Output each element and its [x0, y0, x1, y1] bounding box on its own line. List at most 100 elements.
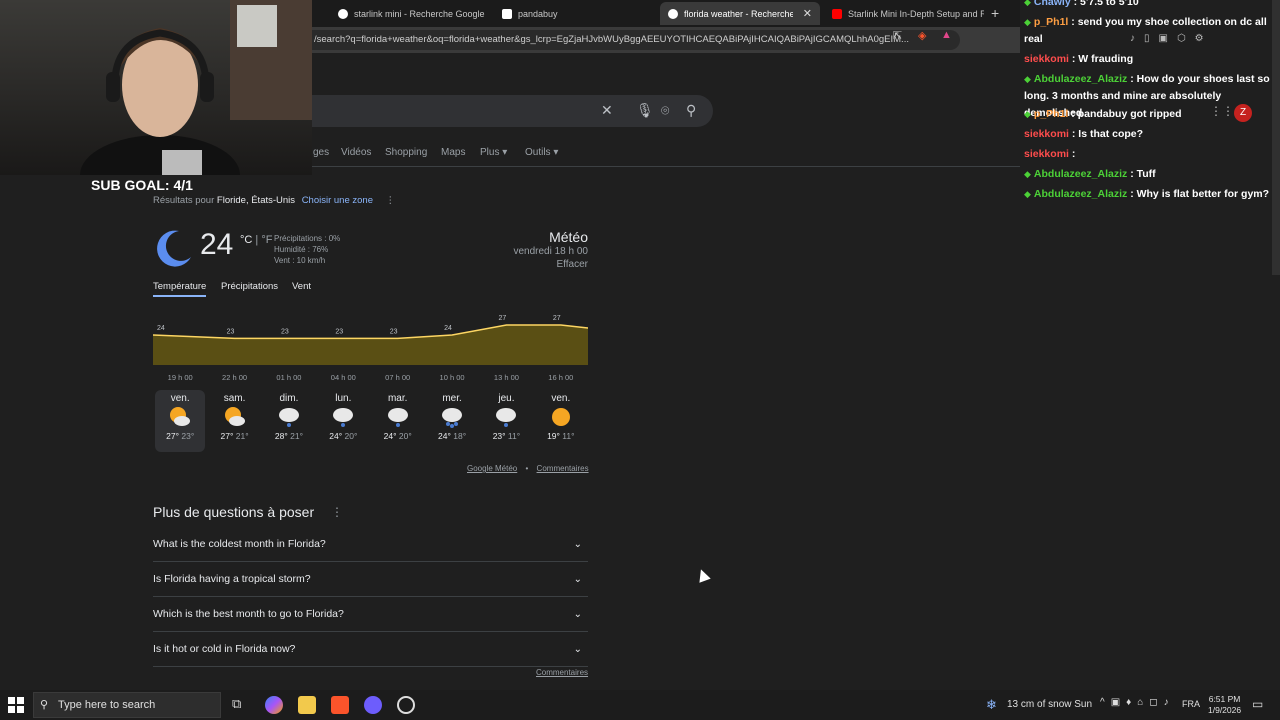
url-input[interactable]: /search?q=florida+weather&oq=florida+wea… — [300, 30, 960, 50]
copilot-icon[interactable] — [265, 696, 283, 714]
stream-chat: ◆ Chawly : 5'7.5 to 5'10 ◆ p_Ph1l : send yo… — [1020, 0, 1280, 690]
feedback-link[interactable]: Commentaires — [537, 464, 589, 473]
chart-value-label: 23 — [390, 328, 398, 335]
taskbar-weather[interactable]: 13 cm of snow Sun — [1007, 699, 1092, 710]
day-temps: 24° 18° — [427, 431, 477, 441]
forecast-day[interactable]: ven. 19° 11° — [536, 390, 586, 452]
paa-question[interactable]: Is it hot or cold in Florida now? ⌄ — [153, 632, 588, 667]
brave-browser-icon[interactable] — [331, 696, 349, 714]
low-temp: 18° — [453, 431, 467, 441]
chat-username[interactable]: siekkomi — [1024, 148, 1069, 160]
sunny-icon — [550, 406, 572, 428]
day-temps: 24° 20° — [318, 431, 368, 441]
clock[interactable]: 6:51 PM 1/9/2026 — [1208, 694, 1241, 716]
chat-username[interactable]: Abdulazeez_Alaziz — [1034, 168, 1127, 180]
chat-username[interactable]: Abdulazeez_Alaziz — [1034, 73, 1127, 85]
brave-shield-icon[interactable]: ◈ — [918, 29, 926, 42]
close-tab-icon[interactable]: ✕ — [803, 7, 812, 20]
microphone-icon[interactable]: 🎙︎ — [636, 102, 654, 119]
browser-tab[interactable]: starlink mini - Recherche Google — [330, 2, 490, 25]
chevron-down-icon: ⌄ — [573, 644, 582, 655]
choose-zone-link[interactable]: Choisir une zone — [302, 195, 373, 206]
apps-grid-icon[interactable]: ⋮⋮ — [1210, 104, 1234, 118]
unit-toggle[interactable]: °C | °F — [240, 234, 272, 246]
search-icon[interactable]: ⚲ — [686, 102, 696, 119]
more-options-icon[interactable]: ⋮ — [331, 505, 343, 519]
chat-text: : W frauding — [1068, 53, 1134, 65]
forecast-day[interactable]: lun. 24° 20° — [318, 390, 368, 452]
windows-start-icon[interactable] — [8, 697, 24, 713]
day-temps: 28° 21° — [264, 431, 314, 441]
results-prefix: Résultats pour — [153, 195, 215, 206]
tab-label: starlink mini - Recherche Google — [354, 8, 485, 19]
rain-icon — [495, 406, 517, 428]
chat-message: siekkomi : — [1024, 146, 1278, 163]
tab-temperature[interactable]: Température — [153, 281, 206, 292]
question-text: Which is the best month to go to Florida… — [153, 608, 344, 620]
chat-username[interactable]: p_Ph1l — [1034, 16, 1068, 28]
chat-username[interactable]: Abdulazeez_Alaziz — [1034, 188, 1127, 200]
forecast-day[interactable]: jeu. 23° 11° — [481, 390, 531, 452]
obs-icon[interactable] — [397, 696, 415, 714]
chat-message: siekkomi : Is that cope? — [1024, 126, 1278, 143]
chart-value-label: 23 — [335, 328, 343, 335]
tab-wind[interactable]: Vent — [292, 281, 311, 292]
high-temp: 19° — [547, 431, 563, 441]
weather-title: Météo — [549, 229, 588, 245]
avatar[interactable]: Z — [1234, 104, 1252, 122]
forecast-day[interactable]: dim. 28° 21° — [264, 390, 314, 452]
chart-hour-label: 22 h 00 — [222, 373, 247, 382]
google-weather-link[interactable]: Google Météo — [467, 464, 517, 473]
brave-rewards-icon[interactable]: ▲ — [941, 29, 952, 41]
rain-icon — [332, 406, 354, 428]
pandabuy-icon — [502, 8, 512, 19]
forecast-day[interactable]: sam. 27° 21° — [210, 390, 260, 452]
chat-username[interactable]: siekkomi — [1024, 53, 1069, 65]
clear-icon[interactable]: ✕ — [601, 102, 613, 119]
celsius-unit[interactable]: °C — [240, 234, 252, 246]
badge-icon: ◆ — [1024, 109, 1031, 119]
task-view-icon[interactable]: ⧉ — [232, 696, 250, 714]
paa-question[interactable]: What is the coldest month in Florida? ⌄ — [153, 527, 588, 562]
chat-username[interactable]: p_Ph1l — [1034, 108, 1068, 120]
more-options-icon[interactable]: ⋮ — [386, 195, 396, 206]
chat-username[interactable]: Chawly — [1034, 0, 1071, 8]
browser-tab-active[interactable]: florida weather - Recherche Goo ✕ — [660, 2, 820, 25]
unit-separator: | — [252, 234, 262, 246]
tab-precipitation[interactable]: Précipitations — [221, 281, 278, 292]
paa-question[interactable]: Is Florida having a tropical storm? ⌄ — [153, 562, 588, 597]
high-temp: 24° — [438, 431, 454, 441]
paa-question[interactable]: Which is the best month to go to Florida… — [153, 597, 588, 632]
browser-tab[interactable]: Starlink Mini In-Depth Setup and Rev — [824, 2, 984, 25]
lens-icon[interactable]: ⌾ — [661, 102, 669, 119]
tab-more[interactable]: Plus ▾ — [480, 147, 507, 158]
file-explorer-icon[interactable] — [298, 696, 316, 714]
share-icon[interactable]: ⇱ — [893, 29, 902, 42]
paa-feedback-link[interactable]: Commentaires — [536, 668, 588, 677]
notifications-icon[interactable]: ▭ — [1252, 697, 1263, 711]
browser-tab[interactable]: pandabuy — [494, 2, 654, 25]
tab-videos[interactable]: Vidéos — [341, 147, 371, 158]
tab-images[interactable]: ges — [313, 147, 329, 158]
day-temps: 27° 21° — [210, 431, 260, 441]
tab-maps[interactable]: Maps — [441, 147, 465, 158]
taskbar-search-input[interactable]: ⚲ Type here to search — [33, 692, 221, 718]
badge-icon: ◆ — [1024, 189, 1031, 199]
high-temp: 28° — [274, 431, 291, 441]
chart-value-label: 27 — [498, 315, 506, 322]
discord-icon[interactable] — [364, 696, 382, 714]
rain-icon — [278, 406, 300, 428]
humidity-detail: Humidité : 76% — [274, 245, 329, 254]
tab-shopping[interactable]: Shopping — [385, 147, 427, 158]
tray-icons[interactable]: ^▣♦⌂◻♪ — [1100, 697, 1175, 708]
chevron-down-icon: ⌄ — [573, 609, 582, 620]
fahrenheit-unit[interactable]: °F — [261, 234, 272, 246]
chevron-down-icon: ⌄ — [573, 539, 582, 550]
forecast-day[interactable]: ven. 27° 23° — [155, 390, 206, 452]
language-indicator[interactable]: FRA — [1182, 699, 1200, 709]
forecast-day[interactable]: mer. 24° 18° — [427, 390, 477, 452]
new-tab-icon[interactable]: + — [991, 5, 999, 21]
forecast-day[interactable]: mar. 24° 20° — [373, 390, 423, 452]
chat-username[interactable]: siekkomi — [1024, 128, 1069, 140]
tab-tools[interactable]: Outils ▾ — [525, 147, 558, 158]
